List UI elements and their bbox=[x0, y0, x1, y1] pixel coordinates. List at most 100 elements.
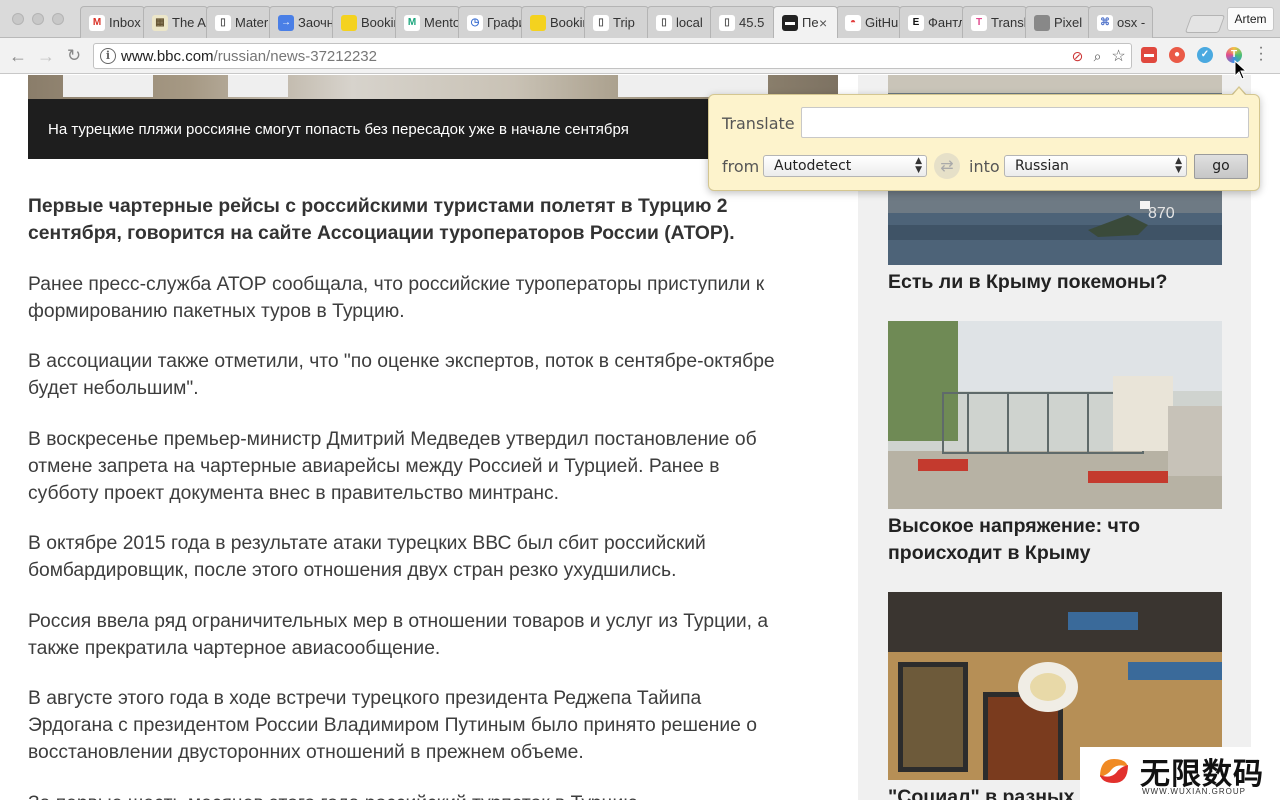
tab-title: The Art bbox=[172, 15, 207, 30]
tab-title: Material bbox=[235, 15, 270, 30]
browser-tab[interactable]: E Фантлаб bbox=[899, 6, 964, 38]
tab-title: GitHub bbox=[865, 15, 900, 30]
tab-title: Mentor bbox=[424, 15, 459, 30]
site-info-icon[interactable]: i bbox=[100, 48, 116, 64]
from-language-value: Autodetect bbox=[774, 158, 852, 174]
article-paragraph: Ранее пресс-служба АТОР сообщала, что ро… bbox=[28, 273, 765, 322]
tab-title: osx - bbox=[1117, 15, 1146, 30]
zoom-window-button[interactable] bbox=[52, 13, 64, 25]
extension-stop-icon[interactable]: ● bbox=[1169, 47, 1185, 63]
extension-red-icon[interactable]: ▬ bbox=[1141, 47, 1157, 63]
tab-title: Translate bbox=[991, 15, 1026, 30]
reload-button[interactable]: ↻ bbox=[62, 44, 86, 68]
into-language-select[interactable]: Russian ▲ ▼ bbox=[1004, 155, 1187, 177]
tab-title: Booking bbox=[550, 15, 585, 30]
select-arrows-icon: ▲ ▼ bbox=[1175, 156, 1182, 175]
zoom-icon[interactable]: ⌕ bbox=[1089, 48, 1106, 65]
article-paragraph: В воскресенье премьер-министр Дмитрий Ме… bbox=[28, 428, 757, 504]
close-window-button[interactable] bbox=[12, 13, 24, 25]
tab-title: 45.5 bbox=[739, 15, 765, 30]
browser-tab[interactable]: ▦ The Art bbox=[143, 6, 208, 38]
rainbow-icon: ◓ bbox=[845, 14, 861, 31]
watermark: 无限数码 WWW.WUXIAN.GROUP bbox=[1080, 747, 1280, 800]
story-title[interactable]: Есть ли в Крыму покемоны? bbox=[888, 269, 1222, 296]
clock-icon: ◷ bbox=[467, 14, 483, 31]
bookmark-star-icon[interactable]: ☆ bbox=[1110, 48, 1127, 65]
minimize-window-button[interactable] bbox=[32, 13, 44, 25]
from-label: from bbox=[722, 157, 760, 176]
article-paragraph: За первые шесть месяцев этого года росси… bbox=[28, 790, 788, 800]
tab-title: Booking bbox=[361, 15, 396, 30]
close-tab-icon[interactable]: × bbox=[819, 15, 833, 31]
browser-tab[interactable]: M Mentor bbox=[395, 6, 460, 38]
browser-tab[interactable]: Pixel bbox=[1025, 6, 1090, 38]
chrome-menu-icon[interactable]: · · · bbox=[1256, 40, 1266, 68]
document-icon: ▯ bbox=[593, 14, 609, 31]
document-icon: ▯ bbox=[656, 14, 672, 31]
tab-title: local bbox=[676, 15, 703, 30]
browser-tab[interactable]: ▯ 45.5 bbox=[710, 6, 775, 38]
watermark-logo-icon bbox=[1100, 759, 1128, 783]
from-language-select[interactable]: Autodetect ▲ ▼ bbox=[763, 155, 927, 177]
story-image-checkpoint[interactable] bbox=[888, 321, 1222, 509]
tab-list: MInbox▦The Art▯Material→ЗаочныйBookingMM… bbox=[80, 6, 1153, 38]
watermark-subtitle: WWW.WUXIAN.GROUP bbox=[1142, 787, 1246, 796]
article-paragraph: Россия ввела ряд ограничительных мер в о… bbox=[28, 610, 769, 659]
browser-tab[interactable]: Booking bbox=[332, 6, 397, 38]
translate-icon: T bbox=[971, 14, 987, 31]
tab-title: График bbox=[487, 15, 522, 30]
address-bar[interactable]: i www.bbc.com/russian/news-37212232 ⊘ ⌕ … bbox=[93, 43, 1132, 69]
tab-title: Пе bbox=[802, 15, 819, 30]
browser-tab[interactable]: ▯ local bbox=[647, 6, 712, 38]
tab-strip: MInbox▦The Art▯Material→ЗаочныйBookingMM… bbox=[0, 0, 1280, 38]
picture-icon: ▦ bbox=[152, 14, 168, 31]
story-title[interactable]: Высокое напряжение: что происходит в Кры… bbox=[888, 513, 1222, 567]
tab-title: Заочный bbox=[298, 15, 333, 30]
article-body: Первые чартерные рейсы с российскими тур… bbox=[28, 193, 788, 800]
browser-tab[interactable]: ▬ Пе × bbox=[773, 6, 838, 38]
blocked-content-icon[interactable]: ⊘ bbox=[1069, 48, 1086, 65]
sunbed-shape bbox=[63, 75, 153, 97]
arrow-right-icon: → bbox=[278, 14, 294, 31]
article-paragraph: В ассоциации также отметили, что "по оце… bbox=[28, 351, 775, 399]
article-lead: Первые чартерные рейсы с российскими тур… bbox=[28, 196, 735, 244]
browser-tab[interactable]: ▯ Trip bbox=[584, 6, 649, 38]
url-host: www.bbc.com bbox=[121, 48, 214, 65]
extension-bird-icon[interactable]: ✓ bbox=[1197, 47, 1213, 63]
document-icon: ▯ bbox=[215, 14, 231, 31]
tab-title: Inbox bbox=[109, 15, 141, 30]
browser-tab[interactable]: ◓ GitHub bbox=[836, 6, 901, 38]
browser-tab[interactable]: → Заочный bbox=[269, 6, 334, 38]
mouse-cursor-icon bbox=[1234, 60, 1248, 80]
tab-title: Trip bbox=[613, 15, 635, 30]
forward-button[interactable]: → bbox=[34, 44, 58, 68]
yellow-blob-icon bbox=[530, 14, 546, 31]
back-button[interactable]: ← bbox=[6, 44, 30, 68]
sunbed-shape bbox=[228, 75, 288, 97]
browser-tab[interactable]: ⌘ osx - bbox=[1088, 6, 1153, 38]
browser-tab[interactable]: Booking bbox=[521, 6, 586, 38]
m-logo-icon: M bbox=[404, 14, 420, 31]
new-tab-button[interactable] bbox=[1184, 15, 1226, 33]
browser-tab[interactable]: ◷ График bbox=[458, 6, 523, 38]
popup-arrow-inner bbox=[1232, 88, 1246, 96]
browser-tab[interactable]: T Translate bbox=[962, 6, 1027, 38]
bbc-icon: ▬ bbox=[782, 14, 798, 31]
tab-title: Pixel bbox=[1054, 15, 1083, 30]
url-text[interactable]: www.bbc.com/russian/news-37212232 bbox=[121, 48, 377, 65]
browser-tab[interactable]: M Inbox bbox=[80, 6, 145, 38]
document-icon: ▯ bbox=[719, 14, 735, 31]
go-button[interactable]: go bbox=[1194, 154, 1248, 179]
browser-tab[interactable]: ▯ Material bbox=[206, 6, 271, 38]
browser-toolbar: ← → ↻ i www.bbc.com/russian/news-3721223… bbox=[0, 38, 1280, 74]
into-label: into bbox=[969, 157, 1000, 176]
e-logo-icon: E bbox=[908, 14, 924, 31]
swap-languages-icon[interactable]: ⇄ bbox=[934, 153, 960, 179]
gmail-icon: M bbox=[89, 14, 105, 31]
yellow-blob-icon bbox=[341, 14, 357, 31]
profile-button[interactable]: Artem bbox=[1227, 7, 1274, 31]
article-paragraph: В октябре 2015 года в результате атаки т… bbox=[28, 533, 706, 581]
hash-icon: ⌘ bbox=[1097, 14, 1113, 31]
translate-input[interactable] bbox=[801, 107, 1249, 138]
translate-popup: Translate from Autodetect ▲ ▼ ⇄ into Russ… bbox=[708, 94, 1260, 191]
